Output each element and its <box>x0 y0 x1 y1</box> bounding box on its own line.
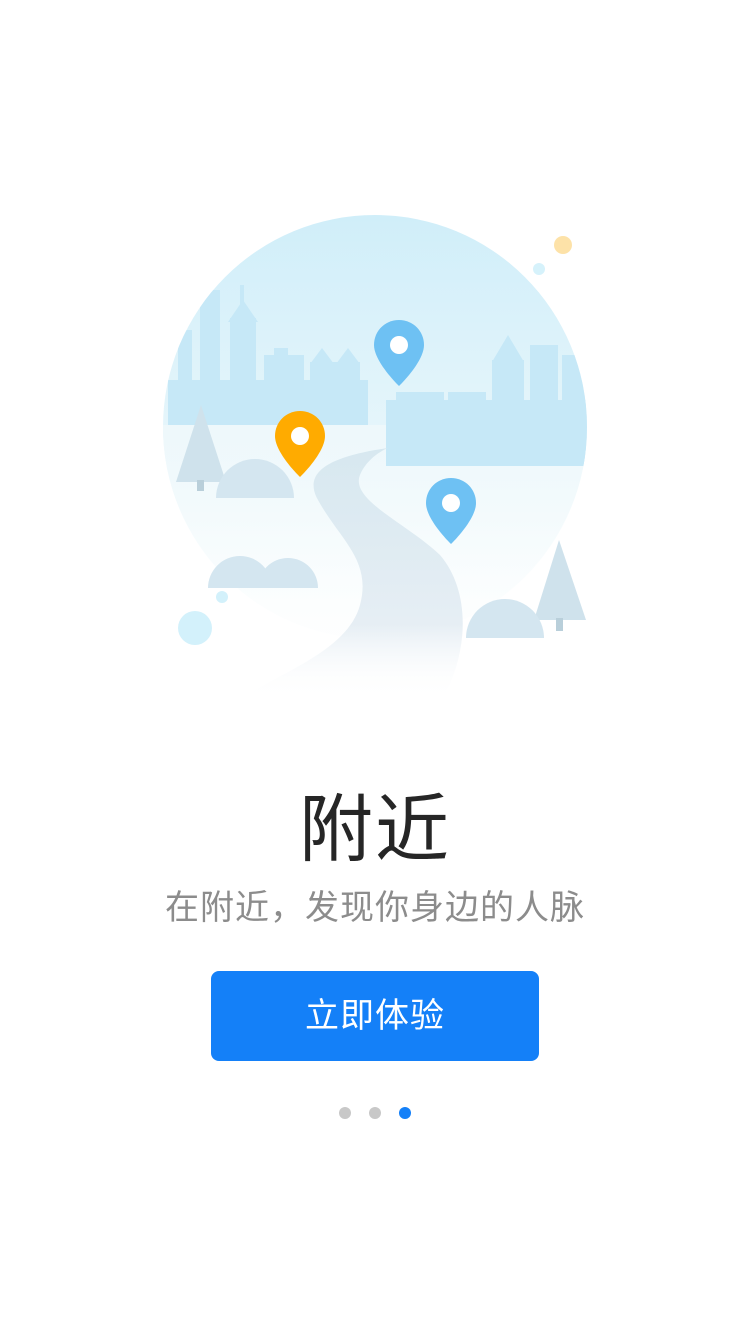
onboarding-page: 附近 在附近，发现你身边的人脉 立即体验 <box>0 0 750 1334</box>
decor-bubble <box>216 591 228 603</box>
page-subtitle: 在附近，发现你身边的人脉 <box>165 888 585 928</box>
page-indicator <box>0 1107 750 1120</box>
decor-bubble <box>533 263 545 275</box>
decor-bubble <box>178 611 212 645</box>
page-dot-2[interactable] <box>369 1107 381 1119</box>
page-dot-1[interactable] <box>339 1107 351 1119</box>
page-title: 附近 <box>299 787 451 873</box>
nearby-illustration <box>163 215 587 700</box>
try-now-button[interactable]: 立即体验 <box>211 971 539 1061</box>
page-dot-3[interactable] <box>399 1107 411 1119</box>
decor-bubble <box>554 236 572 254</box>
